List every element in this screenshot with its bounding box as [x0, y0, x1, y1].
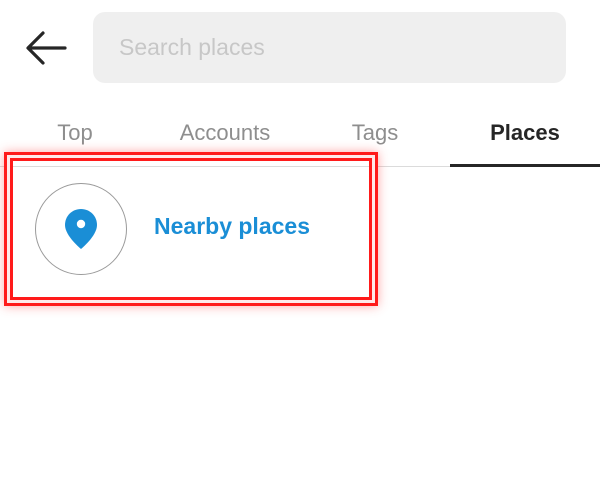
- arrow-left-icon: [26, 31, 67, 65]
- tab-places-label: Places: [490, 120, 560, 145]
- location-pin-icon: [65, 209, 97, 249]
- nearby-places-label: Nearby places: [154, 213, 310, 239]
- tab-tags[interactable]: Tags: [300, 100, 450, 166]
- tab-top[interactable]: Top: [0, 100, 150, 166]
- tab-accounts-label: Accounts: [179, 120, 271, 145]
- nearby-places-item[interactable]: Nearby places: [10, 158, 372, 300]
- search-input[interactable]: [119, 34, 566, 61]
- tab-accounts[interactable]: Accounts: [150, 100, 300, 166]
- location-icon-circle: [35, 183, 127, 275]
- back-button[interactable]: [22, 26, 70, 70]
- tab-places[interactable]: Places: [450, 100, 600, 166]
- search-box[interactable]: [93, 12, 566, 83]
- tab-top-label: Top: [57, 120, 93, 145]
- search-header: [0, 0, 600, 96]
- tab-tags-label: Tags: [351, 120, 399, 145]
- tab-bar: Top Accounts Tags Places: [0, 100, 600, 167]
- active-tab-indicator: [450, 164, 600, 167]
